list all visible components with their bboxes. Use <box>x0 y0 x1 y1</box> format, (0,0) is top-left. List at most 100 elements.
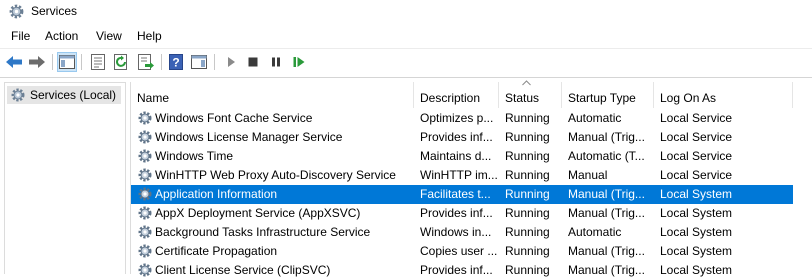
service-row[interactable]: Certificate Propagation Copies user ... Ru… <box>131 242 793 261</box>
sort-ascending-icon <box>522 80 531 86</box>
back-button[interactable] <box>4 52 24 72</box>
tree-item-label: Services (Local) <box>30 88 117 102</box>
toolbar-separator <box>81 54 82 70</box>
column-header-description[interactable]: Description <box>414 82 499 108</box>
back-arrow-icon <box>6 56 22 68</box>
cell-startup-type: Manual (Trig... <box>568 244 645 258</box>
cell-name: AppX Deployment Service (AppXSVC) <box>155 206 361 220</box>
column-header-log-on-as[interactable]: Log On As <box>654 82 793 108</box>
console-tree: Services (Local) <box>4 82 126 274</box>
cell-startup-type: Manual (Trig... <box>568 187 645 201</box>
gear-icon <box>138 187 152 201</box>
services-gear-icon <box>9 4 24 19</box>
cell-startup-type: Manual (Trig... <box>568 206 645 220</box>
start-service-button[interactable] <box>221 52 241 72</box>
gear-icon <box>138 168 152 182</box>
cell-log-on-as: Local System <box>660 244 733 258</box>
gear-icon <box>138 206 152 220</box>
refresh-button[interactable] <box>112 52 132 72</box>
cell-name: Windows Font Cache Service <box>155 111 313 125</box>
start-service-icon <box>228 57 235 67</box>
cell-description: Provides inf... <box>420 206 493 220</box>
cell-status: Running <box>505 111 550 125</box>
service-row[interactable]: AppX Deployment Service (AppXSVC) Provide… <box>131 204 793 223</box>
title-bar: Services <box>0 0 812 24</box>
gear-icon <box>138 149 152 163</box>
properties-icon <box>91 54 105 70</box>
cell-log-on-as: Local Service <box>660 149 733 163</box>
menu-help[interactable]: Help <box>137 29 162 43</box>
cell-description: Provides inf... <box>420 263 493 277</box>
cell-status: Running <box>505 187 550 201</box>
service-row[interactable]: WinHTTP Web Proxy Auto-Discovery Service… <box>131 166 793 185</box>
cell-name: WinHTTP Web Proxy Auto-Discovery Service <box>155 168 396 182</box>
window-title: Services <box>31 4 78 18</box>
forward-arrow-icon <box>29 56 45 68</box>
menu-view[interactable]: View <box>96 29 122 43</box>
cell-log-on-as: Local System <box>660 263 733 277</box>
cell-description: Copies user ... <box>420 244 498 258</box>
toolbar: ? <box>0 48 812 75</box>
cell-log-on-as: Local Service <box>660 130 733 144</box>
show-hide-action-pane-button[interactable] <box>189 52 209 72</box>
cell-name: Application Information <box>155 187 278 201</box>
service-row[interactable]: Background Tasks Infrastructure Service W… <box>131 223 793 242</box>
cell-description: WinHTTP im... <box>420 168 498 182</box>
service-row[interactable]: Application Information Facilitates t... R… <box>131 185 793 204</box>
toolbar-separator <box>161 54 162 70</box>
help-icon: ? <box>169 54 183 70</box>
service-row[interactable]: Windows Time Maintains d... Running Automat… <box>131 147 793 166</box>
column-header-startup-type[interactable]: Startup Type <box>562 82 654 108</box>
help-button[interactable]: ? <box>166 52 186 72</box>
cell-name: Client License Service (ClipSVC) <box>155 263 331 277</box>
cell-log-on-as: Local System <box>660 187 733 201</box>
services-list: Name Description Status Startup Type Log… <box>130 80 812 277</box>
stop-service-button[interactable] <box>243 52 263 72</box>
column-header-name[interactable]: Name <box>131 82 414 108</box>
gear-icon <box>138 263 152 277</box>
cell-name: Certificate Propagation <box>155 244 278 258</box>
menu-file[interactable]: File <box>11 29 30 43</box>
cell-status: Running <box>505 244 550 258</box>
cell-status: Running <box>505 149 550 163</box>
service-row[interactable]: Client License Service (ClipSVC) Provides… <box>131 261 793 280</box>
menu-bar: File Action View Help <box>0 26 812 46</box>
tree-item-services-local[interactable]: Services (Local) <box>7 86 121 104</box>
cell-startup-type: Automatic <box>568 111 622 125</box>
gear-icon <box>138 130 152 144</box>
cell-description: Facilitates t... <box>420 187 491 201</box>
properties-button[interactable] <box>88 52 108 72</box>
cell-status: Running <box>505 263 550 277</box>
menu-action[interactable]: Action <box>45 29 78 43</box>
show-hide-console-tree-button[interactable] <box>57 52 77 72</box>
cell-startup-type: Manual (Trig... <box>568 263 645 277</box>
show-hide-console-tree-icon <box>59 55 75 69</box>
export-list-icon <box>138 54 154 70</box>
toolbar-separator <box>52 54 53 70</box>
cell-description: Optimizes p... <box>420 111 494 125</box>
cell-description: Maintains d... <box>420 149 492 163</box>
forward-button[interactable] <box>27 52 47 72</box>
pause-service-button[interactable] <box>266 52 286 72</box>
cell-status: Running <box>505 130 550 144</box>
cell-startup-type: Manual (Trig... <box>568 130 645 144</box>
stop-service-icon <box>248 57 258 67</box>
cell-startup-type: Manual <box>568 168 608 182</box>
gear-icon <box>138 111 152 125</box>
cell-name: Windows Time <box>155 149 234 163</box>
toolbar-separator <box>214 54 215 70</box>
show-hide-action-pane-icon <box>191 55 207 69</box>
service-row[interactable]: Windows Font Cache Service Optimizes p...… <box>131 109 793 128</box>
service-row[interactable]: Windows License Manager Service Provides … <box>131 128 793 147</box>
restart-service-button[interactable] <box>289 52 309 72</box>
cell-startup-type: Automatic <box>568 225 622 239</box>
cell-log-on-as: Local Service <box>660 111 733 125</box>
main-area: Services (Local) Name Description Status… <box>0 77 812 277</box>
cell-status: Running <box>505 168 550 182</box>
export-list-button[interactable] <box>136 52 156 72</box>
pause-service-icon <box>272 57 280 67</box>
column-header-status[interactable]: Status <box>499 80 562 108</box>
cell-description: Provides inf... <box>420 130 493 144</box>
gear-icon <box>138 225 152 239</box>
cell-name: Background Tasks Infrastructure Service <box>155 225 371 239</box>
